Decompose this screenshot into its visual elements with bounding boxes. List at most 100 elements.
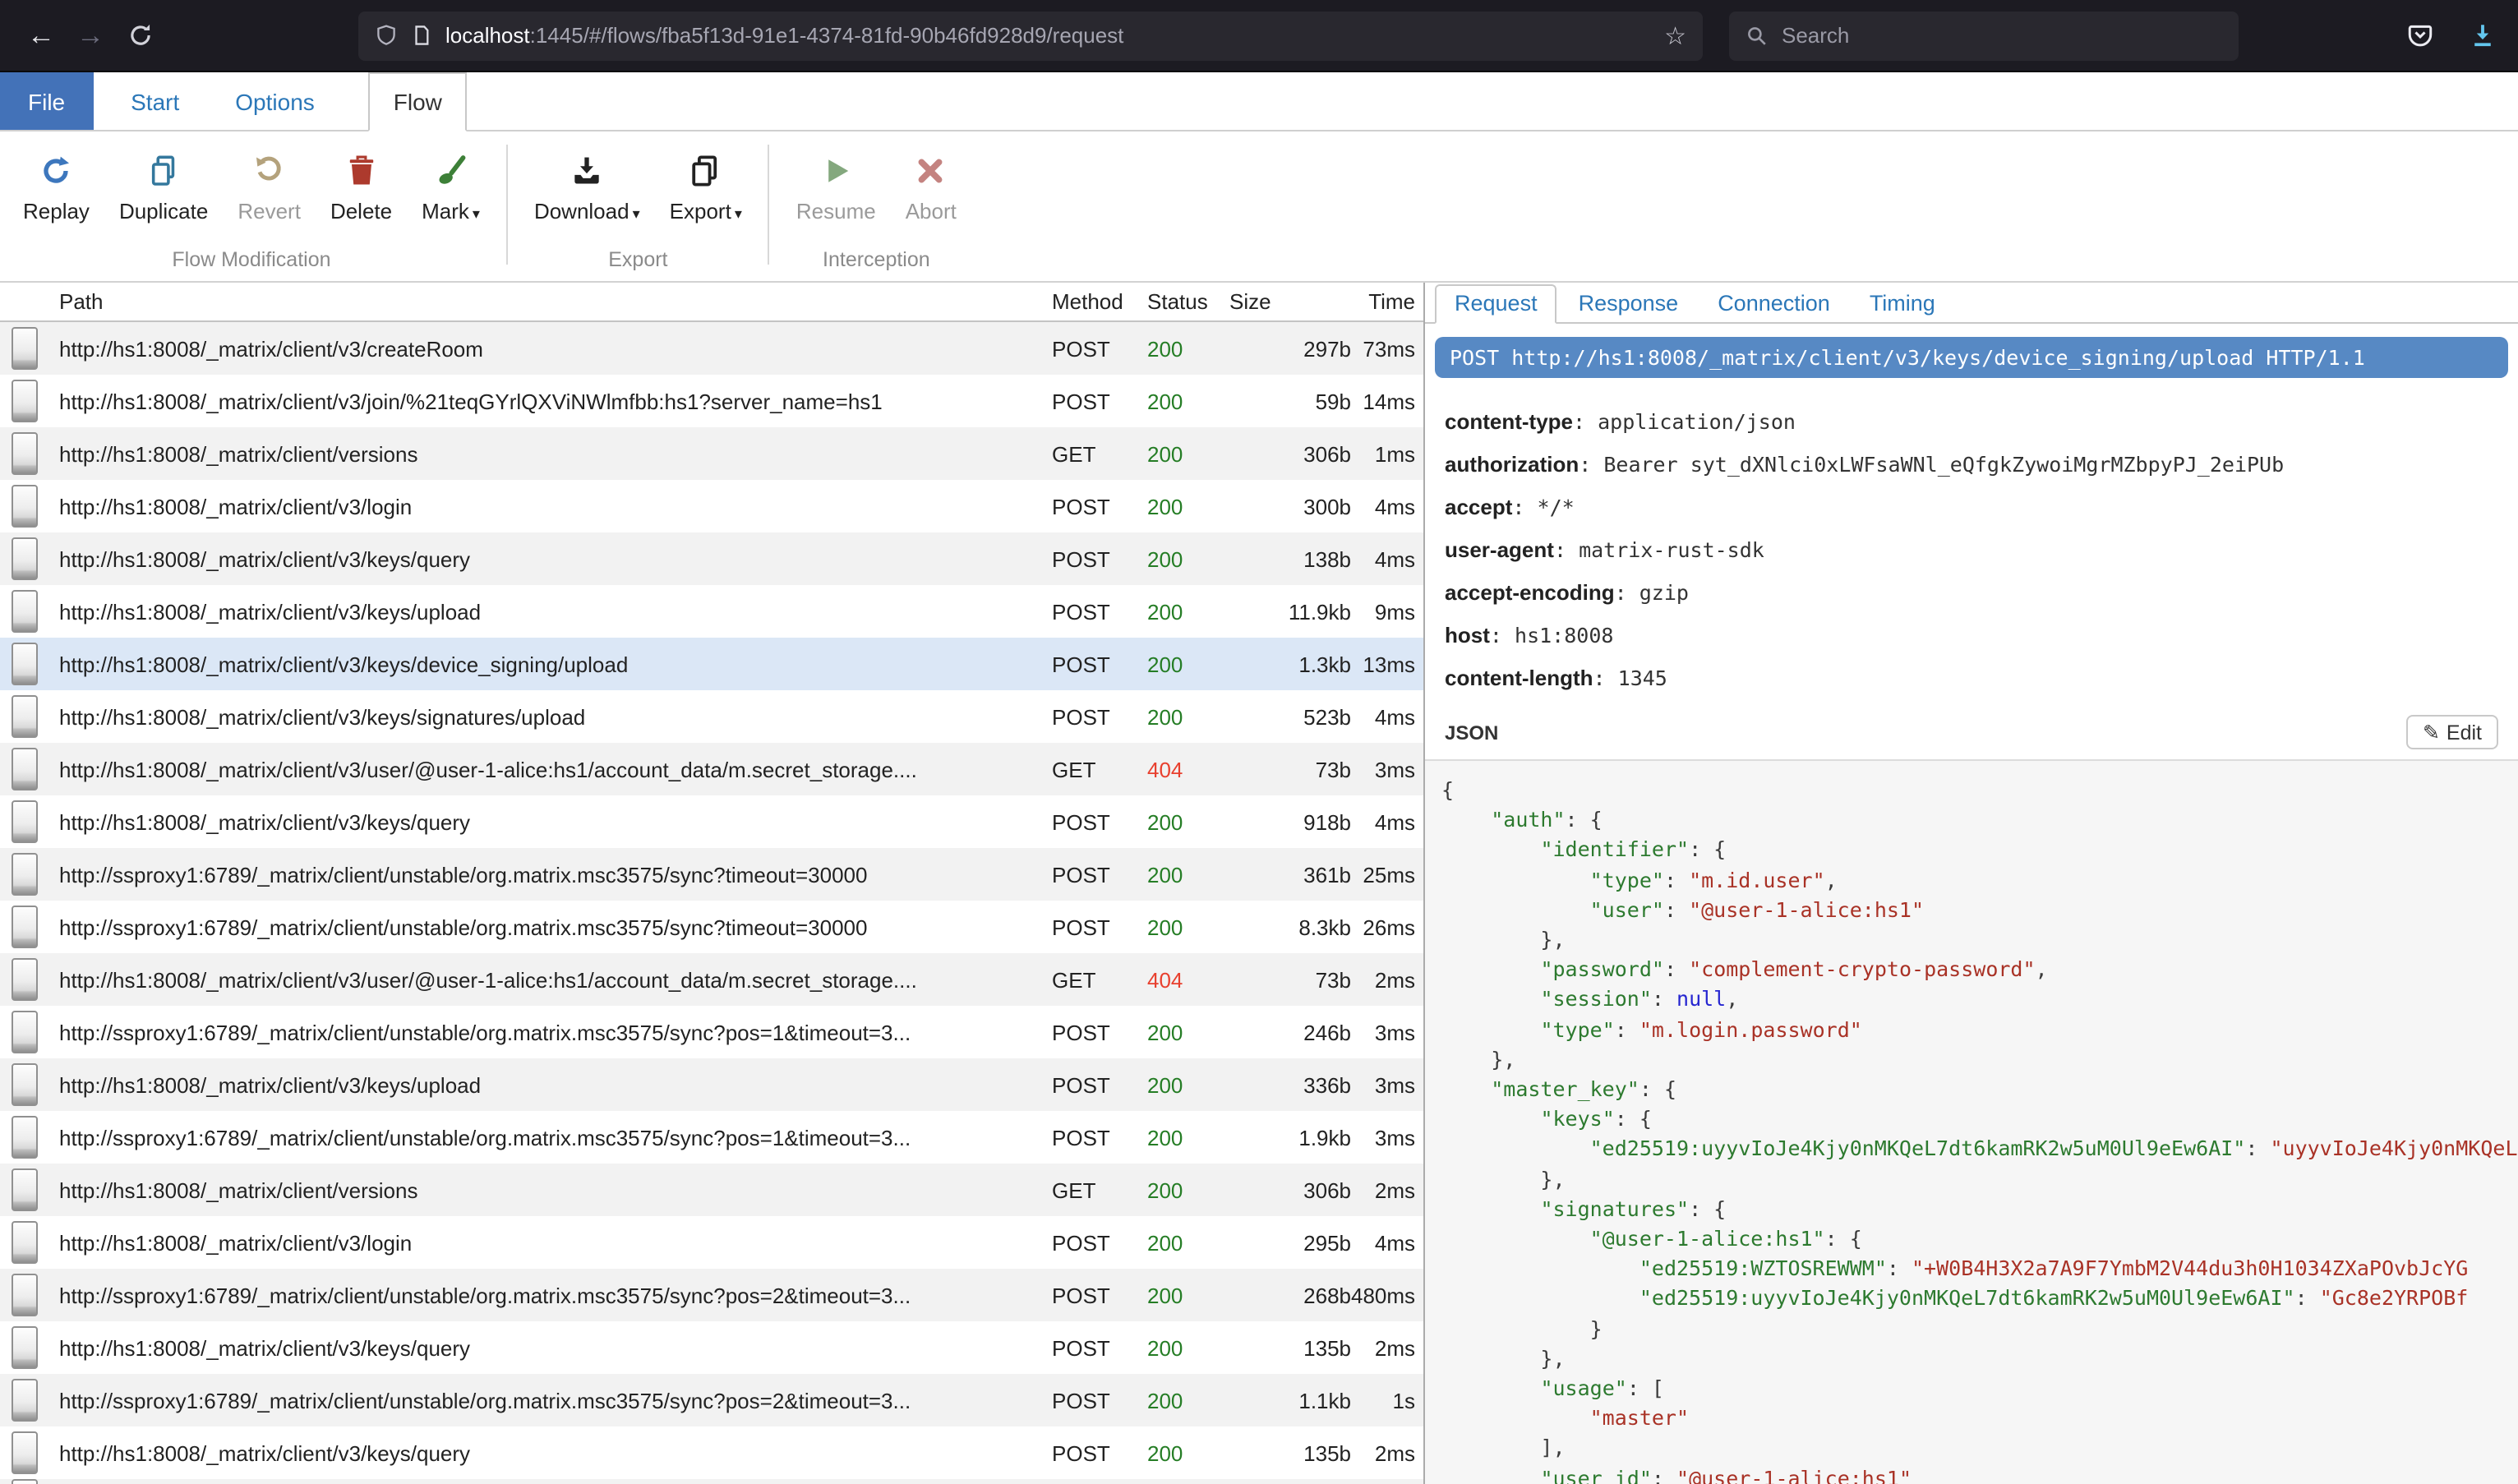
flow-size: 8.3kb <box>1226 915 1351 939</box>
column-method[interactable]: Method <box>1052 289 1147 314</box>
flow-row[interactable]: http://ssproxy1:6789/_matrix/client/unst… <box>0 1374 1423 1426</box>
flow-method: POST <box>1052 915 1147 939</box>
edit-button[interactable]: ✎ Edit <box>2406 715 2498 749</box>
toolbar-group-divider <box>506 145 508 265</box>
flow-row[interactable]: http://hs1:8008/_matrix/client/v3/keys/q… <box>0 795 1423 848</box>
download-button[interactable]: Download▾ <box>519 150 655 224</box>
page-info-icon[interactable] <box>411 23 432 48</box>
flow-row[interactable]: http://hs1:8008/_matrix/client/v3/loginP… <box>0 480 1423 532</box>
flow-row[interactable]: http://hs1:8008/_matrix/client/v3/join/%… <box>0 375 1423 427</box>
revert-button[interactable]: Revert <box>223 150 316 224</box>
flow-size: 1.9kb <box>1226 1125 1351 1150</box>
flow-type-icon <box>0 485 49 528</box>
flow-row[interactable]: http://hs1:8008/_matrix/client/versionsG… <box>0 1164 1423 1216</box>
flow-time: 3ms <box>1351 1125 1423 1150</box>
flow-method: POST <box>1052 336 1147 361</box>
request-header-line[interactable]: accept: */* <box>1445 495 2498 519</box>
flow-status: 404 <box>1147 967 1226 992</box>
search-placeholder: Search <box>1782 23 1849 48</box>
column-time[interactable]: Time <box>1351 289 1423 314</box>
menu-tab-start[interactable]: Start <box>113 72 197 130</box>
browser-search-field[interactable]: Search <box>1729 11 2239 60</box>
menu-file[interactable]: File <box>0 72 93 130</box>
request-body-json[interactable]: { "auth": { "identifier": { "type": "m.i… <box>1425 761 2518 1484</box>
column-status[interactable]: Status <box>1147 289 1226 314</box>
flow-row[interactable]: http://hs1:8008/_matrix/client/v3/keys/d… <box>0 638 1423 690</box>
flow-path: http://hs1:8008/_matrix/client/v3/keys/q… <box>49 809 1052 834</box>
flow-row[interactable]: http://hs1:8008/_matrix/client/v3/user/@… <box>0 953 1423 1006</box>
request-header-line[interactable]: authorization: Bearer syt_dXNlci0xLWFsaW… <box>1445 452 2498 477</box>
flow-method: POST <box>1052 862 1147 887</box>
flow-status: 200 <box>1147 336 1226 361</box>
flow-method: POST <box>1052 704 1147 729</box>
detail-tab-timing[interactable]: Timing <box>1852 286 1953 322</box>
resume-icon <box>819 150 852 192</box>
flow-row[interactable]: http://hs1:8008/_matrix/client/v3/create… <box>0 322 1423 375</box>
flow-status: 200 <box>1147 704 1226 729</box>
flow-type-icon <box>0 327 49 370</box>
menu-tab-flow[interactable]: Flow <box>369 72 467 131</box>
flow-method: POST <box>1052 1283 1147 1307</box>
pocket-icon[interactable] <box>2400 16 2439 55</box>
request-line[interactable]: POST http://hs1:8008/_matrix/client/v3/k… <box>1435 337 2508 378</box>
detail-tab-response[interactable]: Response <box>1561 286 1697 322</box>
flow-row[interactable]: http://ssproxy1:6789/_matrix/client/unst… <box>0 1006 1423 1058</box>
flow-table-header[interactable]: Path Method Status Size Time <box>0 283 1423 322</box>
request-header-line[interactable]: accept-encoding: gzip <box>1445 580 2498 605</box>
delete-button[interactable]: Delete <box>316 150 407 224</box>
flow-path: http://hs1:8008/_matrix/client/v3/keys/d… <box>49 652 1052 676</box>
abort-label: Abort <box>906 199 957 224</box>
flow-path: http://ssproxy1:6789/_matrix/client/unst… <box>49 1283 1052 1307</box>
flow-row[interactable]: http://hs1:8008/_matrix/client/v3/keys/q… <box>0 1426 1423 1479</box>
request-header-line[interactable]: content-type: application/json <box>1445 409 2498 434</box>
abort-button[interactable]: Abort <box>891 150 971 224</box>
flow-row[interactable]: http://ssproxy1:6789/_matrix/client/unst… <box>0 901 1423 953</box>
flow-row-partial[interactable] <box>0 1479 1423 1484</box>
flow-row[interactable]: http://hs1:8008/_matrix/client/v3/keys/u… <box>0 585 1423 638</box>
toolbar-group: ReplayDuplicateRevertDeleteMark▾Flow Mod… <box>8 131 495 281</box>
mark-button[interactable]: Mark▾ <box>407 150 495 224</box>
url-bar[interactable]: localhost:1445/#/flows/fba5f13d-91e1-437… <box>358 11 1703 60</box>
back-icon[interactable]: ← <box>16 11 66 60</box>
flow-row[interactable]: http://hs1:8008/_matrix/client/v3/keys/s… <box>0 690 1423 743</box>
detail-tab-request[interactable]: Request <box>1435 284 1557 324</box>
flow-row[interactable]: http://ssproxy1:6789/_matrix/client/unst… <box>0 1111 1423 1164</box>
flow-row[interactable]: http://hs1:8008/_matrix/client/v3/keys/u… <box>0 1058 1423 1111</box>
flow-row[interactable]: http://hs1:8008/_matrix/client/v3/loginP… <box>0 1216 1423 1269</box>
request-header-line[interactable]: user-agent: matrix-rust-sdk <box>1445 537 2498 562</box>
url-text: localhost:1445/#/flows/fba5f13d-91e1-437… <box>445 23 1651 48</box>
reload-icon[interactable] <box>115 11 164 60</box>
request-header-line[interactable]: content-length: 1345 <box>1445 666 2498 690</box>
forward-icon[interactable]: → <box>66 11 115 60</box>
column-size[interactable]: Size <box>1226 289 1351 314</box>
menu-tab-options[interactable]: Options <box>217 72 333 130</box>
flow-row[interactable]: http://hs1:8008/_matrix/client/v3/keys/q… <box>0 1321 1423 1374</box>
flow-row[interactable]: http://ssproxy1:6789/_matrix/client/unst… <box>0 1269 1423 1321</box>
export-button[interactable]: Export▾ <box>655 150 757 224</box>
resume-button[interactable]: Resume <box>782 150 891 224</box>
header-separator: : <box>1490 623 1515 648</box>
download-label: Download▾ <box>534 199 640 224</box>
downloads-icon[interactable] <box>2462 16 2502 55</box>
column-path[interactable]: Path <box>49 289 1052 314</box>
flow-type-icon <box>0 1116 49 1159</box>
status-code: 404 <box>1147 757 1183 781</box>
replay-icon <box>39 150 72 192</box>
shield-icon[interactable] <box>375 23 398 48</box>
header-name: host <box>1445 623 1490 648</box>
flow-row[interactable]: http://hs1:8008/_matrix/client/v3/keys/q… <box>0 532 1423 585</box>
flow-row[interactable]: http://hs1:8008/_matrix/client/versionsG… <box>0 427 1423 480</box>
flow-status: 404 <box>1147 757 1226 781</box>
flow-size: 59b <box>1226 389 1351 413</box>
detail-tab-connection[interactable]: Connection <box>1699 286 1848 322</box>
flow-row[interactable]: http://ssproxy1:6789/_matrix/client/unst… <box>0 848 1423 901</box>
flow-status: 200 <box>1147 1440 1226 1465</box>
replay-button[interactable]: Replay <box>8 150 104 224</box>
flow-type-icon <box>0 958 49 1001</box>
main-content: Path Method Status Size Time http://hs1:… <box>0 283 2518 1484</box>
flow-row[interactable]: http://hs1:8008/_matrix/client/v3/user/@… <box>0 743 1423 795</box>
bookmark-star-icon[interactable]: ☆ <box>1664 21 1686 50</box>
request-header-line[interactable]: host: hs1:8008 <box>1445 623 2498 648</box>
flow-method: POST <box>1052 494 1147 518</box>
duplicate-button[interactable]: Duplicate <box>104 150 223 224</box>
